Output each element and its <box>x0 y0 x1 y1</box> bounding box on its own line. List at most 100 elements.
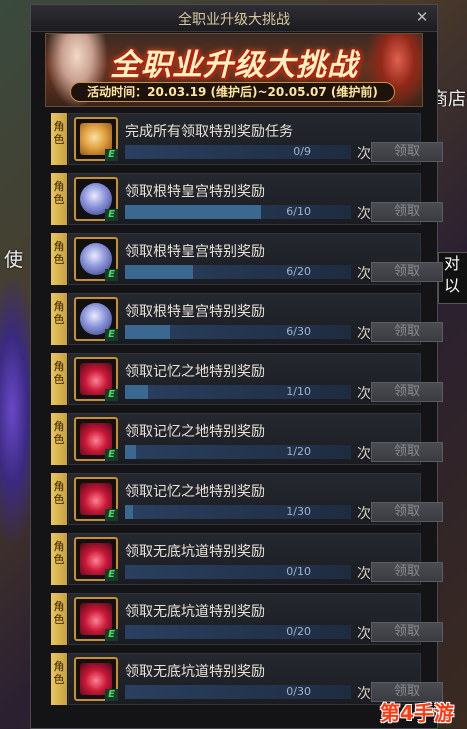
task-body: E 领取记忆之地特别奖励 1/10 次领取 <box>68 353 443 405</box>
background-fragment-line: 对 <box>444 254 461 273</box>
task-list: 角色 E 完成所有领取特别奖励任务 0/9 次领取角色 E 领取根特皇宫特别奖励 6/10 次领… <box>51 113 443 713</box>
character-tab-char: 色 <box>53 493 65 506</box>
epic-grade-icon: E <box>105 329 118 341</box>
progress-bar: 6/10 <box>125 205 351 219</box>
claim-button[interactable]: 领取 <box>371 322 443 342</box>
background-npc-label: 使 <box>4 249 24 271</box>
character-tab-char: 色 <box>53 673 65 686</box>
character-tab-char: 色 <box>53 613 65 626</box>
task-name: 领取无底坑道特别奖励 <box>125 544 265 560</box>
character-tab: 角色 <box>51 533 67 585</box>
event-period: 活动时间：20.03.19 (维护后)~20.05.07 (维护前) <box>70 82 395 102</box>
progress-bar: 1/20 <box>125 445 351 459</box>
character-tab-char: 角 <box>53 120 65 133</box>
banner-title: 全职业升级大挑战 <box>110 48 358 83</box>
count-unit: 次 <box>357 686 371 702</box>
progress-count: 6/20 <box>286 265 311 278</box>
character-tab-char: 角 <box>53 300 65 313</box>
progress-count: 0/30 <box>286 685 311 698</box>
progress-count: 0/10 <box>286 565 311 578</box>
progress-count: 1/10 <box>286 385 311 398</box>
epic-grade-icon: E <box>105 569 118 581</box>
count-unit: 次 <box>357 326 371 342</box>
character-tab: 角色 <box>51 113 67 165</box>
character-tab-char: 角 <box>53 420 65 433</box>
epic-grade-icon: E <box>105 209 118 221</box>
reward-item-slot[interactable]: E <box>74 477 118 521</box>
task-body: E 领取根特皇宫特别奖励 6/30 次领取 <box>68 293 443 345</box>
count-unit: 次 <box>357 506 371 522</box>
count-unit: 次 <box>357 206 371 222</box>
character-tab-char: 角 <box>53 480 65 493</box>
claim-button[interactable]: 领取 <box>371 142 443 162</box>
progress-bar: 6/20 <box>125 265 351 279</box>
reward-item-slot[interactable]: E <box>74 297 118 341</box>
character-tab-char: 色 <box>53 373 65 386</box>
reward-item-slot[interactable]: E <box>74 597 118 641</box>
reward-item-slot[interactable]: E <box>74 357 118 401</box>
progress-bar: 0/20 <box>125 625 351 639</box>
task-body: E 领取无底坑道特别奖励 0/10 次领取 <box>68 533 443 585</box>
task-name: 领取无底坑道特别奖励 <box>125 664 265 680</box>
character-tab: 角色 <box>51 413 67 465</box>
claim-button[interactable]: 领取 <box>371 202 443 222</box>
reward-item-slot[interactable]: E <box>74 237 118 281</box>
task-body: E 领取记忆之地特别奖励 1/30 次领取 <box>68 473 443 525</box>
character-tab: 角色 <box>51 593 67 645</box>
character-tab-char: 角 <box>53 600 65 613</box>
claim-button[interactable]: 领取 <box>371 442 443 462</box>
count-unit: 次 <box>357 566 371 582</box>
reward-item-slot[interactable]: E <box>74 657 118 701</box>
claim-button[interactable]: 领取 <box>371 502 443 522</box>
dialog-title: 全职业升级大挑战 <box>178 12 290 28</box>
reward-item-slot[interactable]: E <box>74 177 118 221</box>
count-unit: 次 <box>357 626 371 642</box>
epic-grade-icon: E <box>105 689 118 701</box>
progress-bar: 0/10 <box>125 565 351 579</box>
watermark-logo: 第4手游 <box>380 701 454 725</box>
character-tab-char: 角 <box>53 180 65 193</box>
character-tab-char: 色 <box>53 133 65 146</box>
task-name: 领取根特皇宫特别奖励 <box>125 184 265 200</box>
character-tab-char: 色 <box>53 253 65 266</box>
character-tab: 角色 <box>51 233 67 285</box>
claim-button[interactable]: 领取 <box>371 382 443 402</box>
task-name: 领取记忆之地特别奖励 <box>125 424 265 440</box>
task-name: 领取记忆之地特别奖励 <box>125 484 265 500</box>
claim-button[interactable]: 领取 <box>371 262 443 282</box>
progress-count: 6/30 <box>286 325 311 338</box>
task-body: E 领取无底坑道特别奖励 0/30 次领取 <box>68 653 443 705</box>
task-row: 角色 E 领取根特皇宫特别奖励 6/20 次领取 <box>51 233 443 285</box>
progress-count: 6/10 <box>286 205 311 218</box>
level-up-challenge-dialog: 全职业升级大挑战 ✕ 全职业升级大挑战 活动时间：20.03.19 (维护后)~… <box>30 4 443 729</box>
task-body: E 领取记忆之地特别奖励 1/20 次领取 <box>68 413 443 465</box>
progress-count: 1/30 <box>286 505 311 518</box>
task-name: 领取根特皇宫特别奖励 <box>125 244 265 260</box>
claim-button[interactable]: 领取 <box>371 562 443 582</box>
claim-button[interactable]: 领取 <box>371 622 443 642</box>
count-unit: 次 <box>357 266 371 282</box>
character-tab-char: 角 <box>53 360 65 373</box>
task-name: 领取根特皇宫特别奖励 <box>125 304 265 320</box>
epic-grade-icon: E <box>105 509 118 521</box>
task-body: E 领取根特皇宫特别奖励 6/10 次领取 <box>68 173 443 225</box>
progress-count: 1/20 <box>286 445 311 458</box>
character-tab-char: 色 <box>53 553 65 566</box>
reward-item-slot[interactable]: E <box>74 117 118 161</box>
task-name: 领取无底坑道特别奖励 <box>125 604 265 620</box>
task-row: 角色 E 领取无底坑道特别奖励 0/30 次领取 <box>51 653 443 705</box>
character-tab: 角色 <box>51 653 67 705</box>
character-tab-char: 角 <box>53 240 65 253</box>
progress-bar: 6/30 <box>125 325 351 339</box>
dialog-titlebar[interactable]: 全职业升级大挑战 ✕ <box>31 5 437 32</box>
character-tab: 角色 <box>51 173 67 225</box>
character-tab: 角色 <box>51 473 67 525</box>
reward-item-slot[interactable]: E <box>74 417 118 461</box>
count-unit: 次 <box>357 146 371 162</box>
task-body: E 完成所有领取特别奖励任务 0/9 次领取 <box>68 113 443 165</box>
progress-count: 0/9 <box>293 145 311 158</box>
task-row: 角色 E 领取记忆之地特别奖励 1/20 次领取 <box>51 413 443 465</box>
reward-item-slot[interactable]: E <box>74 537 118 581</box>
background-fragment-line: 以 <box>444 276 461 295</box>
close-icon[interactable]: ✕ <box>413 8 431 26</box>
